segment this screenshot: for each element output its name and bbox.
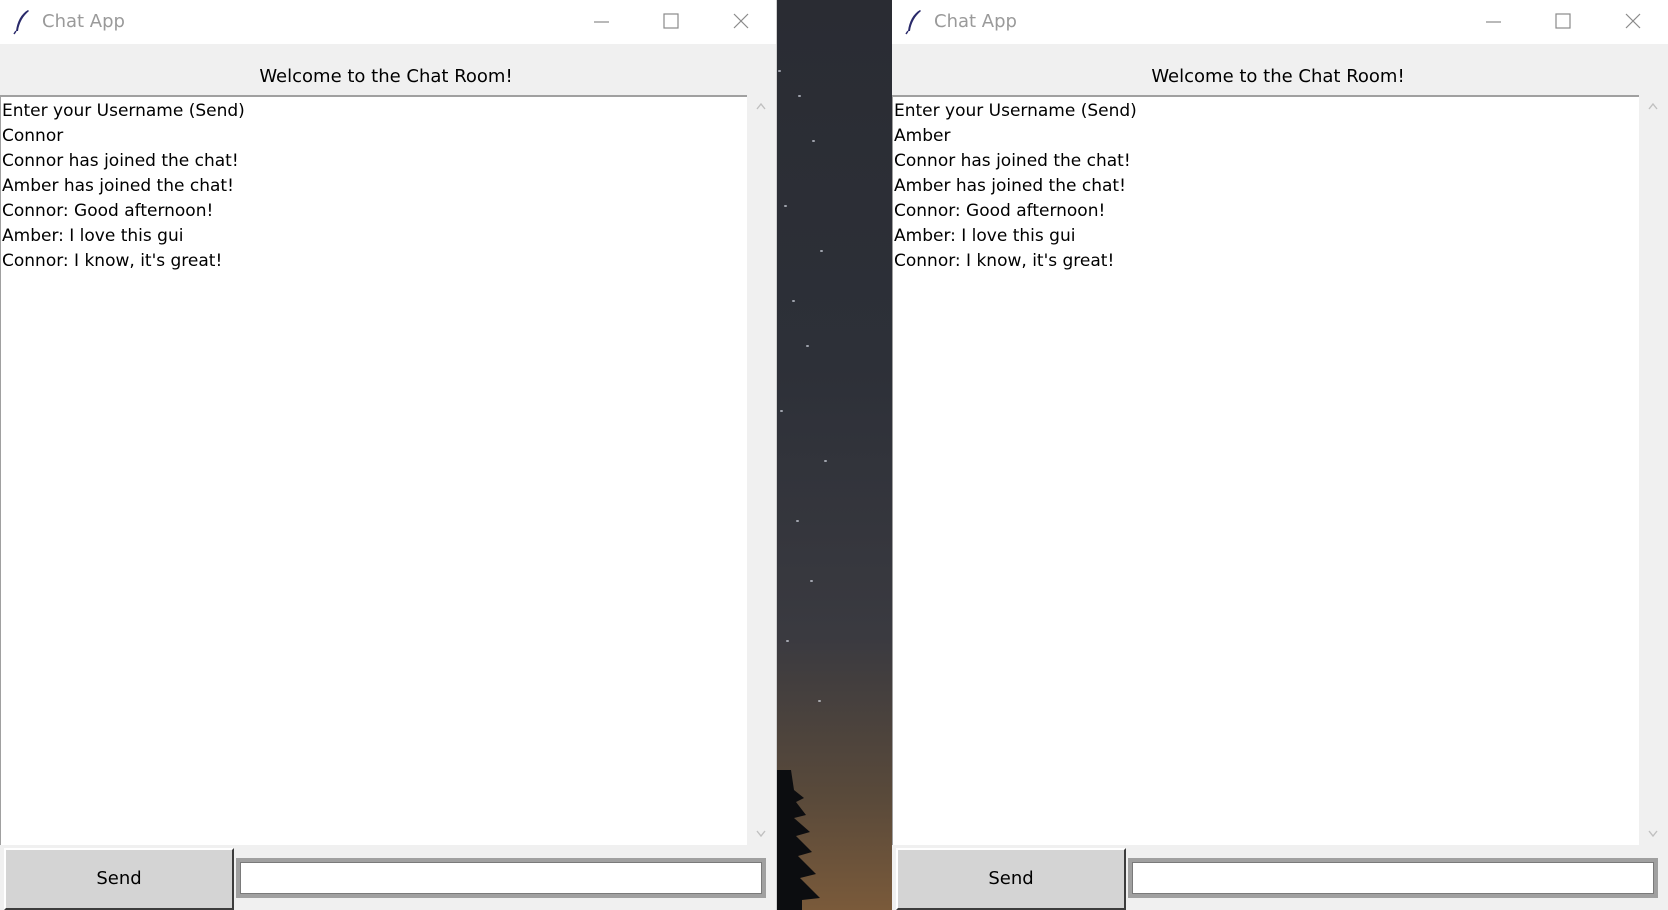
minimize-button[interactable]: [1458, 0, 1528, 44]
minimize-button[interactable]: [566, 0, 636, 44]
message-line: Connor has joined the chat!: [894, 151, 1131, 171]
message-list: Enter your Username (Send) Connor Connor…: [2, 99, 245, 274]
chevron-up-icon: [756, 102, 766, 110]
message-line: Connor: I know, it's great!: [894, 251, 1115, 271]
message-line: Amber: [894, 126, 951, 146]
minimize-icon: [1486, 21, 1501, 23]
scroll-down-button[interactable]: [1640, 821, 1666, 845]
close-icon: [733, 13, 749, 29]
message-line: Amber has joined the chat!: [894, 176, 1126, 196]
chat-window-amber: Chat App Welcome to the Chat Room! Enter…: [892, 0, 1668, 910]
feather-icon: [905, 10, 921, 35]
message-list: Enter your Username (Send) Amber Connor …: [894, 99, 1137, 274]
window-title: Chat App: [934, 11, 1017, 32]
scroll-up-button[interactable]: [748, 95, 774, 119]
message-line: Enter your Username (Send): [894, 101, 1137, 121]
maximize-button[interactable]: [636, 0, 706, 44]
message-line: Connor: Good afternoon!: [894, 201, 1106, 221]
maximize-icon: [663, 13, 679, 29]
title-bar[interactable]: Chat App: [892, 0, 1668, 44]
maximize-button[interactable]: [1528, 0, 1598, 44]
chevron-down-icon: [1648, 830, 1658, 838]
message-entry-frame: [1128, 858, 1658, 898]
message-area[interactable]: Enter your Username (Send) Connor Connor…: [0, 95, 747, 845]
tree-silhouette: [776, 770, 820, 910]
message-line: Connor: Good afternoon!: [2, 201, 214, 221]
send-button[interactable]: Send: [896, 848, 1126, 910]
chevron-down-icon: [756, 830, 766, 838]
close-icon: [1625, 13, 1641, 29]
vertical-scrollbar[interactable]: [1640, 95, 1666, 845]
title-bar[interactable]: Chat App: [0, 0, 776, 44]
message-line: Connor: I know, it's great!: [2, 251, 223, 271]
scroll-down-button[interactable]: [748, 821, 774, 845]
chevron-up-icon: [1648, 102, 1658, 110]
send-button[interactable]: Send: [4, 848, 234, 910]
message-area[interactable]: Enter your Username (Send) Amber Connor …: [892, 95, 1639, 845]
message-line: Amber has joined the chat!: [2, 176, 234, 196]
welcome-label: Welcome to the Chat Room!: [1151, 66, 1405, 87]
feather-icon: [13, 10, 29, 35]
chat-window-connor: Chat App Welcome to the Chat Room! Enter…: [0, 0, 777, 910]
message-input[interactable]: [240, 862, 762, 894]
vertical-scrollbar[interactable]: [748, 95, 774, 845]
message-entry-frame: [236, 858, 766, 898]
window-title: Chat App: [42, 11, 125, 32]
scroll-up-button[interactable]: [1640, 95, 1666, 119]
close-button[interactable]: [706, 0, 776, 44]
welcome-label: Welcome to the Chat Room!: [259, 66, 513, 87]
message-line: Connor: [2, 126, 64, 146]
maximize-icon: [1555, 13, 1571, 29]
message-line: Amber: I love this gui: [894, 226, 1076, 246]
message-line: Enter your Username (Send): [2, 101, 245, 121]
close-button[interactable]: [1598, 0, 1668, 44]
message-input[interactable]: [1132, 862, 1654, 894]
message-line: Amber: I love this gui: [2, 226, 184, 246]
message-line: Connor has joined the chat!: [2, 151, 239, 171]
minimize-icon: [594, 21, 609, 23]
